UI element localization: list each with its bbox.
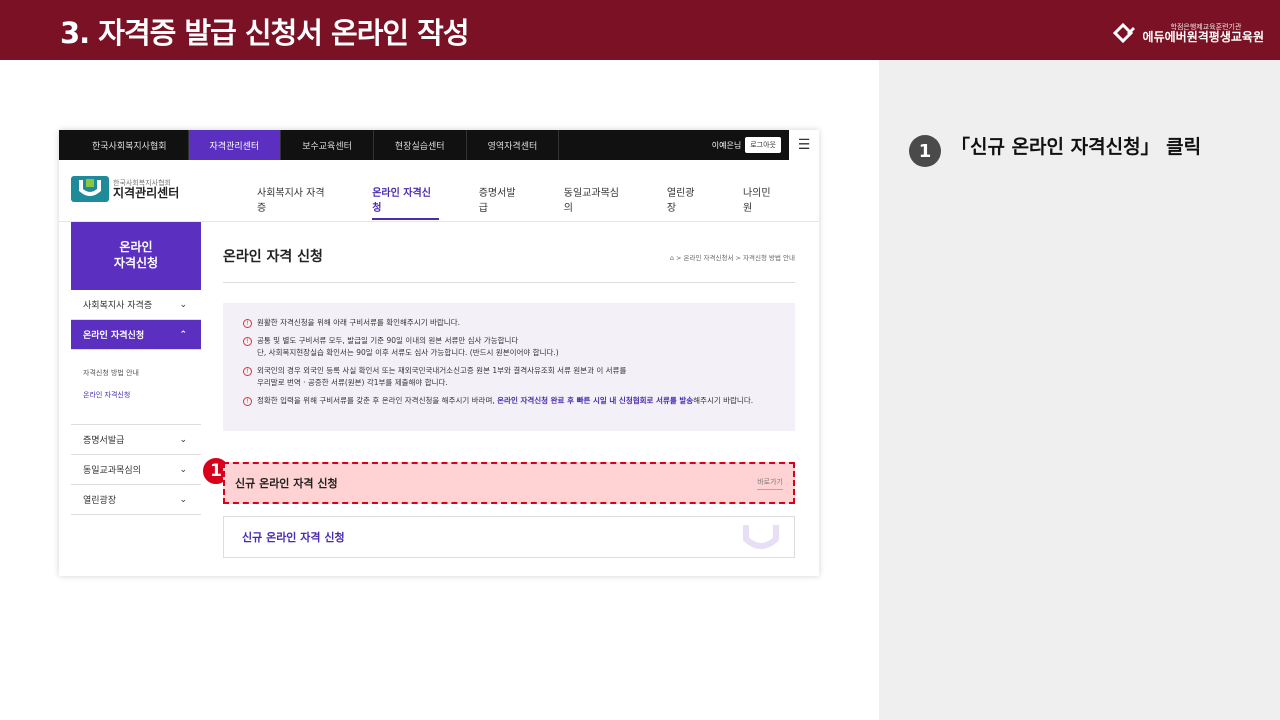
topnav-tab[interactable]: 영역자격센터: [467, 130, 560, 160]
alert-icon: !: [243, 319, 252, 328]
brand-subtitle: 학점은행제교육훈련기관: [1170, 22, 1242, 31]
top-navigation: 한국사회복지사협회 자격관리센터 보수교육센터 현장실습센터 영역자격센터 이예…: [59, 130, 819, 160]
instruction-step: 1 「신규 온라인 자격신청」 클릭: [909, 135, 1211, 167]
notice-tail: 해주시기 바랍니다.: [693, 396, 754, 405]
apply-label: 신규 온라인 자격 신청: [242, 531, 345, 544]
notice-item: ! 원활한 자격신청을 위해 아래 구비서류를 확인해주시기 바랍니다.: [243, 317, 777, 329]
topnav-tab-active[interactable]: 자격관리센터: [188, 130, 282, 160]
sidebar-heading: 온라인 자격신청: [71, 222, 201, 290]
chevron-down-icon: ⌄: [179, 434, 187, 445]
alert-icon: !: [243, 337, 252, 346]
sidebar-heading-line2: 자격신청: [113, 256, 159, 270]
main-menu: 사회복지사 자격증 온라인 자격신청 증명서발급 동일교과목심의 열린광장 나의…: [257, 184, 819, 220]
topnav-tab[interactable]: 보수교육센터: [281, 130, 374, 160]
notice-emphasis: 온라인 자격신청 완료 후 빠른 시일 내 신청협회로 서류를 발송: [497, 396, 694, 405]
sidebar-item-active[interactable]: 온라인 자격신청 ⌃: [71, 320, 201, 350]
breadcrumb: ⌂ > 온라인 자격신청서 > 자격신청 방법 안내: [669, 254, 795, 262]
step-number-badge: 1: [909, 135, 941, 167]
sidebar-item-label: 사회복지사 자격증: [83, 301, 153, 311]
chevron-down-icon: ⌄: [179, 299, 187, 310]
sidebar-heading-line1: 온라인: [119, 240, 153, 255]
alert-icon: !: [243, 397, 252, 406]
sidebar-item[interactable]: 증명서발급 ⌄: [71, 425, 201, 455]
highlight-label: 신규 온라인 자격 신청: [235, 477, 338, 490]
new-online-application-button[interactable]: 신규 온라인 자격 신청: [223, 516, 795, 558]
notice-item: ! 정확한 입력을 위해 구비서류를 갖춘 후 온라인 자격신청을 해주시기 바라…: [243, 395, 777, 407]
site-header: 한국사회복지사협회 지격관리센터 사회복지사 자격증 온라인 자격신청 증명서발…: [59, 160, 819, 222]
new-online-application-link-highlighted[interactable]: 신규 온라인 자격 신청 바로가기: [223, 462, 795, 504]
hamburger-menu-icon[interactable]: ☰: [789, 130, 819, 160]
sidebar-item-label: 열린광장: [83, 496, 117, 506]
topnav-tab[interactable]: 한국사회복지사협회: [71, 130, 189, 160]
main-content: 온라인 자격 신청 ⌂ > 온라인 자격신청서 > 자격신청 방법 안내 ! 원활…: [201, 222, 795, 558]
mainmenu-item[interactable]: 증명서발급: [479, 184, 524, 220]
page-title: 3. 자격증 발급 신청서 온라인 작성: [60, 16, 470, 50]
sidebar-item[interactable]: 열린광장 ⌄: [71, 485, 201, 515]
go-link[interactable]: 바로가기: [757, 477, 783, 490]
chevron-down-icon: ⌄: [179, 464, 187, 475]
mainmenu-item-active[interactable]: 온라인 자격신청: [372, 184, 439, 220]
notice-text: 원활한 자격신청을 위해 아래 구비서류를 확인해주시기 바랍니다.: [257, 318, 460, 327]
instruction-panel: 1 「신규 온라인 자격신청」 클릭: [879, 60, 1280, 720]
divider: [223, 282, 795, 283]
brand-mark-icon: [1112, 22, 1135, 44]
user-area: 이예은님 로그아웃: [712, 137, 789, 153]
brand-logo: 학점은행제교육훈련기관 에듀에버원격평생교육원: [1112, 22, 1264, 44]
mainmenu-item[interactable]: 동일교과목심의: [564, 184, 627, 220]
topnav-tab[interactable]: 현장실습센터: [374, 130, 467, 160]
alert-icon: !: [243, 367, 252, 376]
notice-item: ! 외국인의 경우 외국인 등록 사실 확인서 또는 재외국민국내거소신고증 원본…: [243, 365, 777, 389]
sidebar-subitem-active[interactable]: 온라인 자격신청: [83, 390, 201, 400]
notice-text-main: 정확한 입력을 위해 구비서류를 갖춘 후 온라인 자격신청을 해주시기 바라며…: [257, 396, 495, 405]
mainmenu-item[interactable]: 나의민원: [743, 184, 779, 220]
step-text: 「신규 온라인 자격신청」 클릭: [951, 136, 1202, 158]
watermark-u-icon: [743, 525, 779, 549]
sidebar-item-label: 증명서발급: [83, 436, 125, 446]
sidebar-subitem[interactable]: 자격신청 방법 안내: [83, 368, 201, 378]
notice-item: ! 공통 및 별도 구비서류 모두, 발급일 기준 90일 이내의 원본 서류만 …: [243, 335, 777, 359]
left-sidebar: 온라인 자격신청 사회복지사 자격증 ⌄ 온라인 자격신청 ⌃ 자격신청 방법 안내 …: [71, 222, 201, 515]
logo-main-text: 지격관리센터: [113, 185, 180, 200]
sidebar-item-label: 동일교과목심의: [83, 466, 141, 476]
mainmenu-item[interactable]: 사회복지사 자격증: [257, 184, 332, 220]
user-name: 이예은님: [711, 140, 742, 150]
sidebar-item[interactable]: 사회복지사 자격증 ⌄: [71, 290, 201, 320]
logo-u-icon: [71, 176, 109, 202]
notice-text: 외국인의 경우 외국인 등록 사실 확인서 또는 재외국민국내거소신고증 원본 …: [257, 366, 627, 387]
sidebar-item[interactable]: 동일교과목심의 ⌄: [71, 455, 201, 485]
sidebar-item-label: 온라인 자격신청: [83, 331, 145, 341]
sidebar-submenu: 자격신청 방법 안내 온라인 자격신청: [71, 350, 201, 425]
mainmenu-item[interactable]: 열린광장: [667, 184, 703, 220]
header-banner: 3. 자격증 발급 신청서 온라인 작성 학점은행제교육훈련기관 에듀에버원격평…: [0, 0, 1280, 60]
site-logo[interactable]: 한국사회복지사협회 지격관리센터: [71, 176, 179, 202]
notice-box: ! 원활한 자격신청을 위해 아래 구비서류를 확인해주시기 바랍니다. ! 공통 …: [223, 303, 795, 431]
logout-button[interactable]: 로그아웃: [745, 137, 781, 153]
notice-text: 공통 및 별도 구비서류 모두, 발급일 기준 90일 이내의 원본 서류만 심…: [257, 336, 559, 357]
website-screenshot: 한국사회복지사협회 자격관리센터 보수교육센터 현장실습센터 영역자격센터 이예…: [59, 130, 819, 576]
brand-name: 에듀에버원격평생교육원: [1142, 29, 1264, 44]
notice-text: 정확한 입력을 위해 구비서류를 갖춘 후 온라인 자격신청을 해주시기 바라며…: [257, 395, 753, 407]
chevron-down-icon: ⌄: [179, 494, 187, 505]
chevron-up-icon: ⌃: [179, 329, 187, 340]
